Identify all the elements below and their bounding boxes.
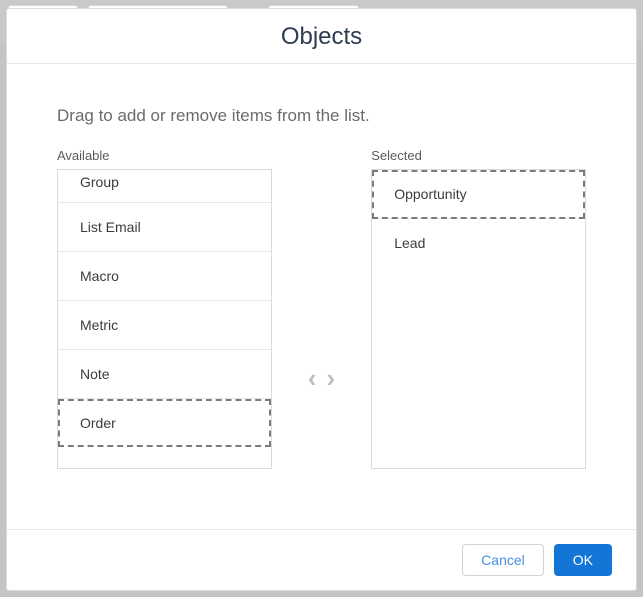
selected-column: Selected OpportunityLead	[371, 148, 586, 469]
dual-listbox: Available GroupList EmailMacroMetricNote…	[57, 148, 586, 469]
list-item[interactable]: List Email	[58, 203, 271, 252]
modal-header: Objects	[7, 9, 636, 64]
list-item[interactable]: Metric	[58, 301, 271, 350]
modal-footer: Cancel OK	[7, 529, 636, 590]
selected-label: Selected	[371, 148, 586, 163]
instruction-text: Drag to add or remove items from the lis…	[57, 106, 586, 126]
list-item[interactable]: Group	[58, 170, 271, 203]
selected-listbox[interactable]: OpportunityLead	[371, 169, 586, 469]
list-item[interactable]: Lead	[372, 219, 585, 267]
ok-button[interactable]: OK	[554, 544, 612, 576]
chevron-right-icon[interactable]: ›	[327, 363, 336, 394]
cancel-button[interactable]: Cancel	[462, 544, 544, 576]
list-item[interactable]: Order	[58, 399, 271, 447]
list-item[interactable]: Macro	[58, 252, 271, 301]
list-item[interactable]: Opportunity	[372, 170, 585, 219]
modal-title: Objects	[7, 23, 636, 51]
list-item[interactable]: Note	[58, 350, 271, 399]
chevron-left-icon[interactable]: ‹	[308, 363, 317, 394]
modal-body: Drag to add or remove items from the lis…	[7, 64, 636, 529]
transfer-controls: ‹ ›	[272, 148, 371, 469]
available-label: Available	[57, 148, 272, 163]
objects-modal: Objects Drag to add or remove items from…	[6, 8, 637, 591]
available-listbox[interactable]: GroupList EmailMacroMetricNoteOrder	[57, 169, 272, 469]
available-column: Available GroupList EmailMacroMetricNote…	[57, 148, 272, 469]
